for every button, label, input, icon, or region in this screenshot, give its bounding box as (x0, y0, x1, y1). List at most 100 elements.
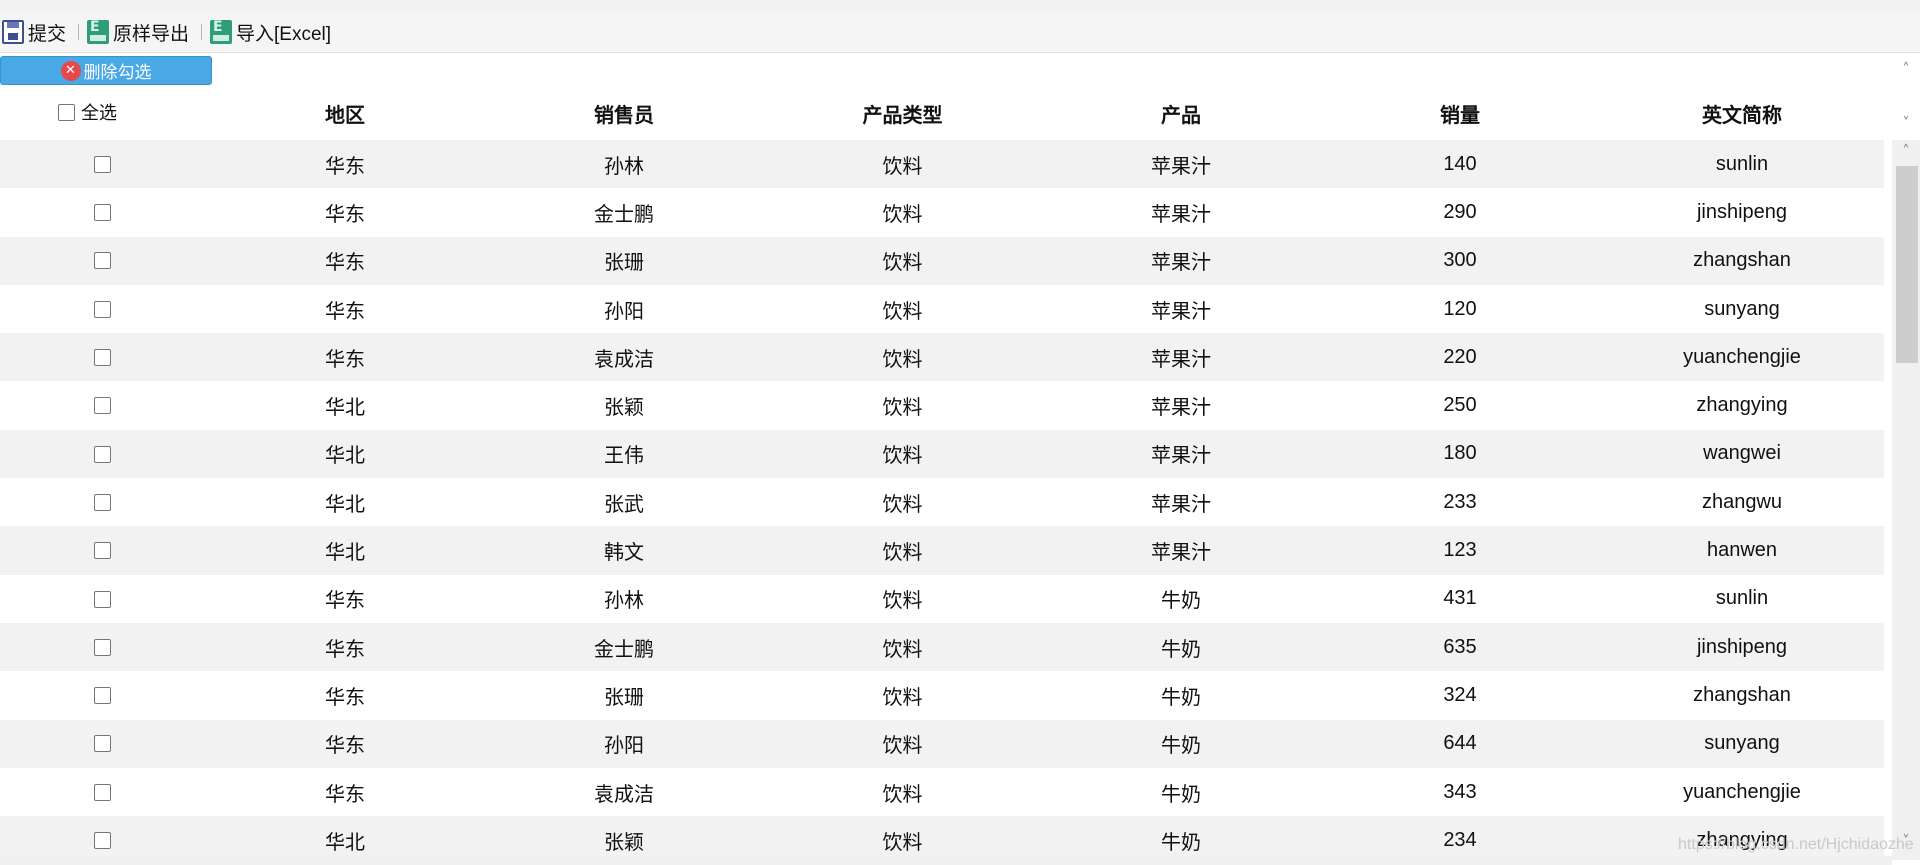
cell-category: 饮料 (882, 831, 923, 854)
cell-region: 华北 (325, 493, 365, 516)
cell-sales: 233 (1443, 490, 1477, 513)
delete-icon: ✕ (60, 60, 81, 81)
cell-english-name: jinshipeng (1696, 635, 1788, 658)
export-button[interactable]: 原样导出 (87, 18, 195, 46)
header-salesperson[interactable]: 销售员 (485, 99, 763, 128)
table-row: 华北 张武 饮料 苹果汁 233 zhangwu (0, 478, 1884, 526)
cell-product: 苹果汁 (1151, 493, 1211, 516)
table-header-row: 全选 地区 销售员 产品类型 产品 销量 英文简称 (0, 86, 1884, 140)
cell-region: 华东 (325, 252, 365, 275)
scrollbar-thumb[interactable] (1896, 166, 1918, 363)
submit-label: 提交 (28, 23, 67, 45)
cell-product: 牛奶 (1161, 686, 1201, 709)
row-checkbox[interactable] (94, 349, 111, 367)
row-checkbox[interactable] (94, 735, 111, 753)
export-label: 原样导出 (113, 23, 190, 45)
table-row: 华东 张珊 饮料 牛奶 324 zhangshan (0, 671, 1884, 719)
cell-product: 苹果汁 (1151, 445, 1211, 468)
cell-product: 苹果汁 (1151, 155, 1211, 178)
cell-sales: 220 (1443, 345, 1477, 368)
import-excel-button[interactable]: 导入[Excel] (210, 18, 337, 46)
cell-category: 饮料 (882, 203, 923, 226)
row-select-cell (0, 346, 205, 369)
cell-region: 华东 (325, 783, 365, 806)
cell-sales: 234 (1443, 828, 1477, 851)
row-checkbox[interactable] (94, 155, 111, 173)
header-sales[interactable]: 销量 (1320, 99, 1600, 128)
table-row: 华东 孙阳 饮料 苹果汁 120 sunyang (0, 285, 1884, 333)
cell-region: 华北 (325, 397, 365, 420)
table-row: 华东 金士鹏 饮料 苹果汁 290 jinshipeng (0, 188, 1884, 236)
cell-salesperson: 孙林 (604, 590, 644, 613)
cell-product: 牛奶 (1161, 590, 1201, 613)
cell-salesperson: 袁成洁 (594, 348, 654, 371)
cell-region: 华东 (325, 638, 365, 661)
toolbar: 提交 原样导出 导入[Excel] (0, 12, 1920, 53)
cell-category: 饮料 (882, 493, 923, 516)
import-label: 导入[Excel] (236, 23, 332, 45)
row-checkbox[interactable] (94, 590, 111, 608)
header-product[interactable]: 产品 (1042, 99, 1320, 128)
chevron-up-icon[interactable]: ˄ (1892, 60, 1920, 78)
row-checkbox[interactable] (94, 687, 111, 705)
cell-english-name: zhangshan (1693, 249, 1791, 272)
row-select-cell (0, 153, 205, 176)
row-checkbox[interactable] (94, 493, 111, 511)
cell-product: 苹果汁 (1151, 397, 1211, 420)
scroll-up-arrow-icon[interactable]: ˄ (1892, 142, 1920, 160)
header-english-name[interactable]: 英文简称 (1600, 99, 1884, 128)
select-all-checkbox[interactable] (58, 103, 75, 121)
cell-region: 华东 (325, 300, 365, 323)
table-row: 华北 张颖 饮料 苹果汁 250 zhangying (0, 381, 1884, 429)
cell-english-name: yuanchengjie (1683, 345, 1801, 368)
row-checkbox[interactable] (94, 300, 111, 318)
cell-category: 饮料 (882, 155, 923, 178)
cell-product: 牛奶 (1161, 638, 1201, 661)
delete-selected-button[interactable]: ✕ 删除勾选 (0, 56, 212, 85)
cell-region: 华北 (325, 831, 365, 854)
cell-salesperson: 韩文 (604, 542, 644, 565)
row-checkbox[interactable] (94, 204, 111, 222)
row-select-cell (0, 684, 205, 707)
row-checkbox[interactable] (94, 542, 111, 560)
cell-sales: 324 (1443, 683, 1477, 706)
cell-region: 华东 (325, 348, 365, 371)
submit-button[interactable]: 提交 (2, 18, 72, 46)
cell-sales: 250 (1443, 394, 1477, 417)
row-checkbox[interactable] (94, 252, 111, 270)
row-select-cell (0, 394, 205, 417)
cell-sales: 635 (1443, 635, 1477, 658)
row-select-cell (0, 491, 205, 514)
cell-sales: 140 (1443, 152, 1477, 175)
cell-english-name: zhangying (1696, 394, 1788, 417)
row-select-cell (0, 781, 205, 804)
row-select-cell (0, 249, 205, 272)
cell-salesperson: 金士鹏 (594, 203, 654, 226)
select-all-cell: 全选 (0, 99, 205, 127)
cell-english-name: hanwen (1706, 539, 1778, 562)
cell-category: 饮料 (882, 445, 923, 468)
cell-category: 饮料 (882, 590, 923, 613)
row-select-cell (0, 201, 205, 224)
save-icon (2, 20, 24, 44)
row-checkbox[interactable] (94, 397, 111, 415)
row-checkbox[interactable] (94, 783, 111, 801)
cell-salesperson: 袁成洁 (594, 783, 654, 806)
row-checkbox[interactable] (94, 445, 111, 463)
table-row: 华东 金士鹏 饮料 牛奶 635 jinshipeng (0, 622, 1884, 672)
chevron-down-icon[interactable]: ˅ (1892, 114, 1920, 132)
table-row: 华东 袁成洁 饮料 牛奶 343 yuanchengjie (0, 768, 1884, 816)
row-checkbox[interactable] (94, 638, 111, 656)
horizontal-scrollbar[interactable] (0, 856, 1892, 865)
cell-salesperson: 金士鹏 (594, 638, 654, 661)
cell-region: 华北 (325, 542, 365, 565)
cell-english-name: zhangshan (1693, 683, 1791, 706)
header-region[interactable]: 地区 (205, 99, 485, 128)
cell-region: 华东 (325, 686, 365, 709)
delete-selected-label: 删除勾选 (83, 63, 152, 82)
cell-sales: 644 (1443, 732, 1477, 755)
row-select-cell (0, 587, 205, 610)
select-all[interactable]: 全选 (58, 99, 117, 125)
row-checkbox[interactable] (94, 832, 111, 850)
header-category[interactable]: 产品类型 (763, 99, 1042, 128)
